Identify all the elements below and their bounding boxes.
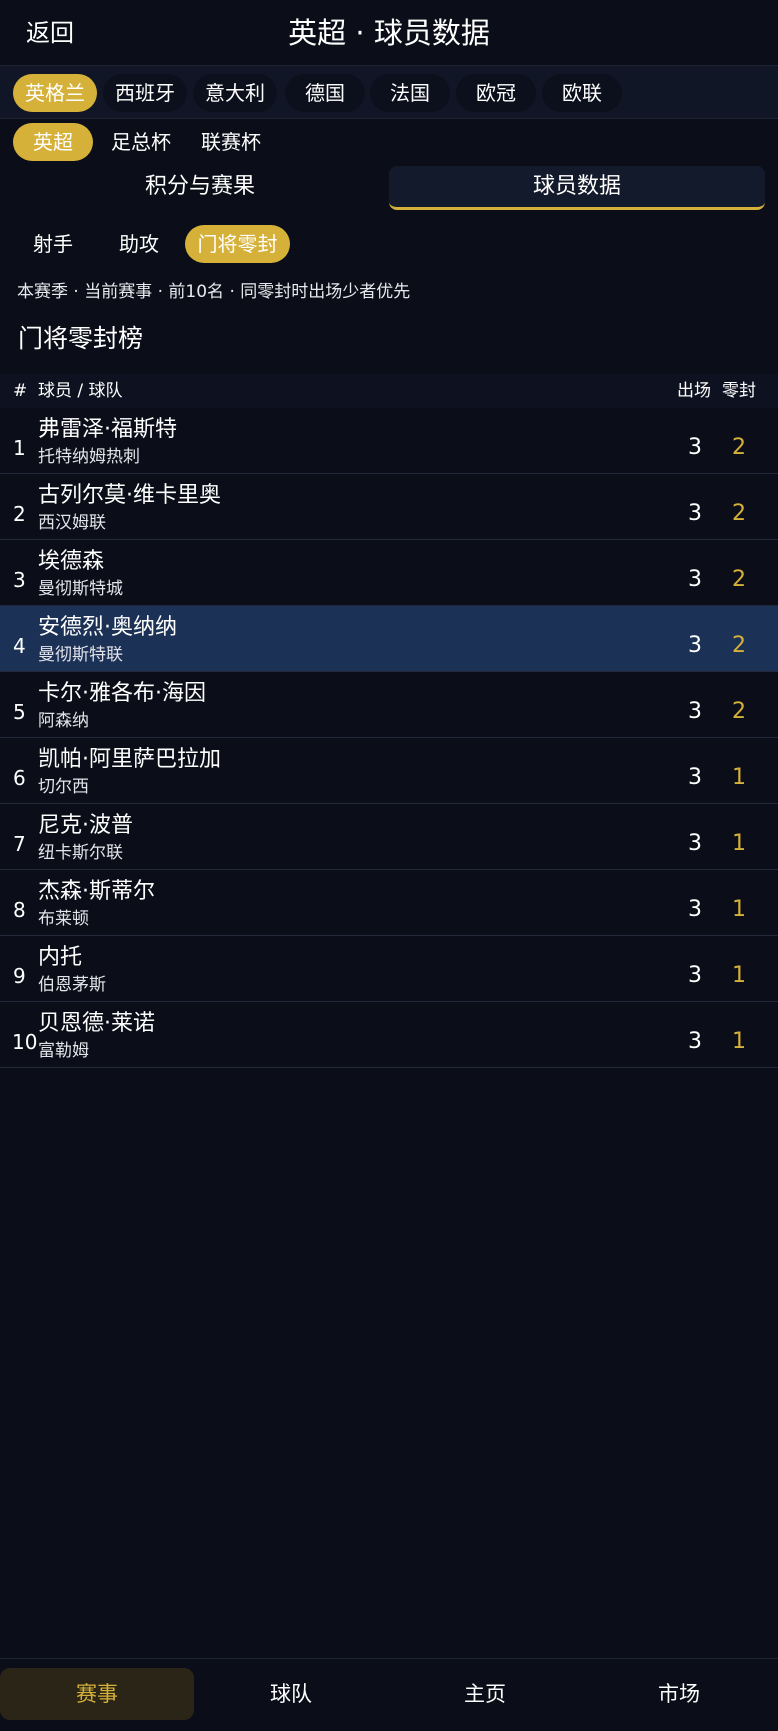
row-rank: 7 [13,832,26,856]
tab-standings-results[interactable]: 积分与赛果 [12,166,388,210]
page-title: 英超 · 球员数据 [288,16,490,50]
competition-tab-fa-cup[interactable]: 足总杯 [100,123,182,161]
clean-sheets-value: 1 [732,897,746,922]
team-name: 托特纳姆热刺 [38,447,140,467]
player-name: 弗雷泽·福斯特 [38,417,177,442]
country-tab-italy[interactable]: 意大利 [193,74,277,112]
country-tabs: 英格兰 西班牙 意大利 德国 法国 欧冠 欧联 [0,66,778,119]
header-player-team: 球员 / 球队 [38,381,123,401]
appearances-value: 3 [688,699,702,724]
row-rank: 6 [13,766,26,790]
team-name: 富勒姆 [38,1041,89,1061]
table-row[interactable]: 2 古列尔莫·维卡里奥 西汉姆联 3 2 [0,474,778,540]
stat-type-tabs: 射手 助攻 门将零封 [0,222,778,266]
appearances-value: 3 [688,831,702,856]
table-row[interactable]: 3 埃德森 曼彻斯特城 3 2 [0,540,778,606]
country-tab-france[interactable]: 法国 [370,74,450,112]
table-row[interactable]: 6 凯帕·阿里萨巴拉加 切尔西 3 1 [0,738,778,804]
row-rank: 9 [13,964,26,988]
country-tab-ucl[interactable]: 欧冠 [456,74,536,112]
player-name: 尼克·波普 [38,813,133,838]
player-name: 卡尔·雅各布·海因 [38,681,206,706]
player-name: 杰森·斯蒂尔 [38,879,155,904]
header-rank: # [13,381,28,401]
row-rank: 5 [13,700,26,724]
appearances-value: 3 [688,897,702,922]
team-name: 西汉姆联 [38,513,106,533]
row-rank: 10 [12,1030,38,1054]
table-row[interactable]: 8 杰森·斯蒂尔 布莱顿 3 1 [0,870,778,936]
player-name: 安德烈·奥纳纳 [38,615,177,640]
row-rank: 8 [13,898,26,922]
view-tabs: 积分与赛果 球员数据 [0,166,778,212]
row-rank: 3 [13,568,26,592]
app-root: 返回 英超 · 球员数据 英格兰 西班牙 意大利 德国 法国 欧冠 欧联 英超 … [0,0,778,1731]
appearances-value: 3 [688,765,702,790]
top-header: 返回 英超 · 球员数据 [0,0,778,66]
stat-tab-clean-sheets[interactable]: 门将零封 [185,225,290,263]
stat-tab-scorers[interactable]: 射手 [14,225,92,263]
country-tab-spain[interactable]: 西班牙 [103,74,187,112]
player-name: 贝恩德·莱诺 [38,1011,155,1036]
clean-sheets-value: 2 [732,501,746,526]
team-name: 阿森纳 [38,711,89,731]
stat-tab-assists[interactable]: 助攻 [100,225,178,263]
team-name: 切尔西 [38,777,89,797]
clean-sheets-value: 2 [732,567,746,592]
row-rank: 4 [13,634,26,658]
bottom-nav: 赛事 球队 主页 市场 [0,1658,778,1731]
clean-sheets-value: 1 [732,1029,746,1054]
player-name: 埃德森 [38,549,105,574]
table-header: # 球员 / 球队 出场 零封 [0,374,778,408]
team-name: 伯恩茅斯 [38,975,106,995]
team-name: 纽卡斯尔联 [38,843,123,863]
section-title: 门将零封榜 [18,324,144,353]
appearances-value: 3 [688,435,702,460]
header-appearances: 出场 [677,381,711,401]
clean-sheets-value: 1 [732,831,746,856]
header-clean-sheets: 零封 [722,381,756,401]
table-row-selected[interactable]: 4 安德烈·奥纳纳 曼彻斯特联 3 2 [0,606,778,672]
appearances-value: 3 [688,963,702,988]
nav-teams[interactable]: 球队 [194,1668,388,1720]
nav-home[interactable]: 主页 [388,1668,582,1720]
table-row[interactable]: 7 尼克·波普 纽卡斯尔联 3 1 [0,804,778,870]
nav-matches[interactable]: 赛事 [0,1668,194,1720]
row-rank: 2 [13,502,26,526]
row-rank: 1 [13,436,26,460]
clean-sheets-value: 1 [732,765,746,790]
country-tab-uel[interactable]: 欧联 [542,74,622,112]
table-row[interactable]: 5 卡尔·雅各布·海因 阿森纳 3 2 [0,672,778,738]
competition-tab-premier-league[interactable]: 英超 [13,123,93,161]
country-tab-england[interactable]: 英格兰 [13,74,97,112]
team-name: 曼彻斯特联 [38,645,123,665]
tab-player-stats[interactable]: 球员数据 [389,166,765,210]
clean-sheets-value: 2 [732,435,746,460]
team-name: 布莱顿 [38,909,89,929]
clean-sheets-value: 2 [732,699,746,724]
appearances-value: 3 [688,567,702,592]
nav-market[interactable]: 市场 [582,1668,776,1720]
competition-tabs: 英超 足总杯 联赛杯 [0,120,778,164]
table-row[interactable]: 9 内托 伯恩茅斯 3 1 [0,936,778,1002]
competition-tab-league-cup[interactable]: 联赛杯 [190,123,272,161]
clean-sheets-value: 1 [732,963,746,988]
table-row[interactable]: 1 弗雷泽·福斯特 托特纳姆热刺 3 2 [0,408,778,474]
clean-sheets-value: 2 [732,633,746,658]
appearances-value: 3 [688,501,702,526]
player-name: 古列尔莫·维卡里奥 [38,483,221,508]
clean-sheet-table: # 球员 / 球队 出场 零封 1 弗雷泽·福斯特 托特纳姆热刺 3 2 2 古… [0,374,778,1068]
team-name: 曼彻斯特城 [38,579,123,599]
appearances-value: 3 [688,633,702,658]
country-tab-germany[interactable]: 德国 [285,74,365,112]
player-name: 内托 [38,945,83,970]
table-row[interactable]: 10 贝恩德·莱诺 富勒姆 3 1 [0,1002,778,1068]
player-name: 凯帕·阿里萨巴拉加 [38,747,221,772]
filter-note: 本赛季 · 当前赛事 · 前10名 · 同零封时出场少者优先 [17,282,411,302]
appearances-value: 3 [688,1029,702,1054]
